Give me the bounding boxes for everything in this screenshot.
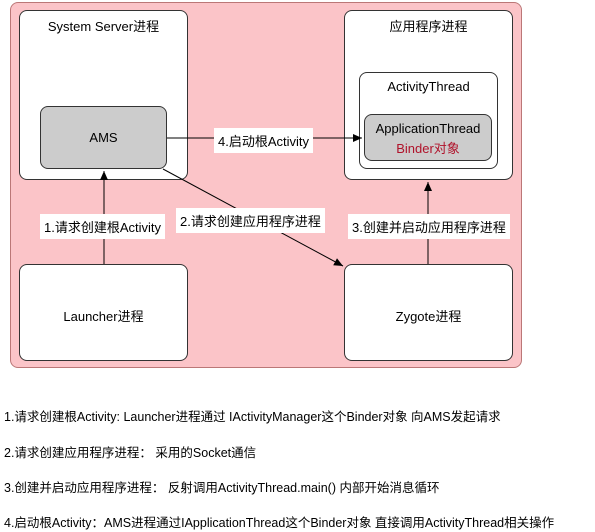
note-3: 3.创建并启动应用程序进程： 反射调用ActivityThread.main()…: [4, 481, 440, 495]
note-2: 2.请求创建应用程序进程： 采用的Socket通信: [4, 446, 257, 460]
note-1: 1.请求创建根Activity: Launcher进程通过 IActivityM…: [4, 410, 501, 424]
note-4: 4.启动根Activity：AMS进程通过IApplicationThread这…: [4, 516, 555, 530]
edge-label-request-app-process: 2.请求创建应用程序进程: [176, 208, 325, 233]
edge-label-create-start-app-process: 3.创建并启动应用程序进程: [348, 214, 510, 239]
edge-label-start-root-activity: 4.启动根Activity: [214, 128, 314, 153]
edge-label-request-root-activity: 1.请求创建根Activity: [40, 214, 166, 239]
